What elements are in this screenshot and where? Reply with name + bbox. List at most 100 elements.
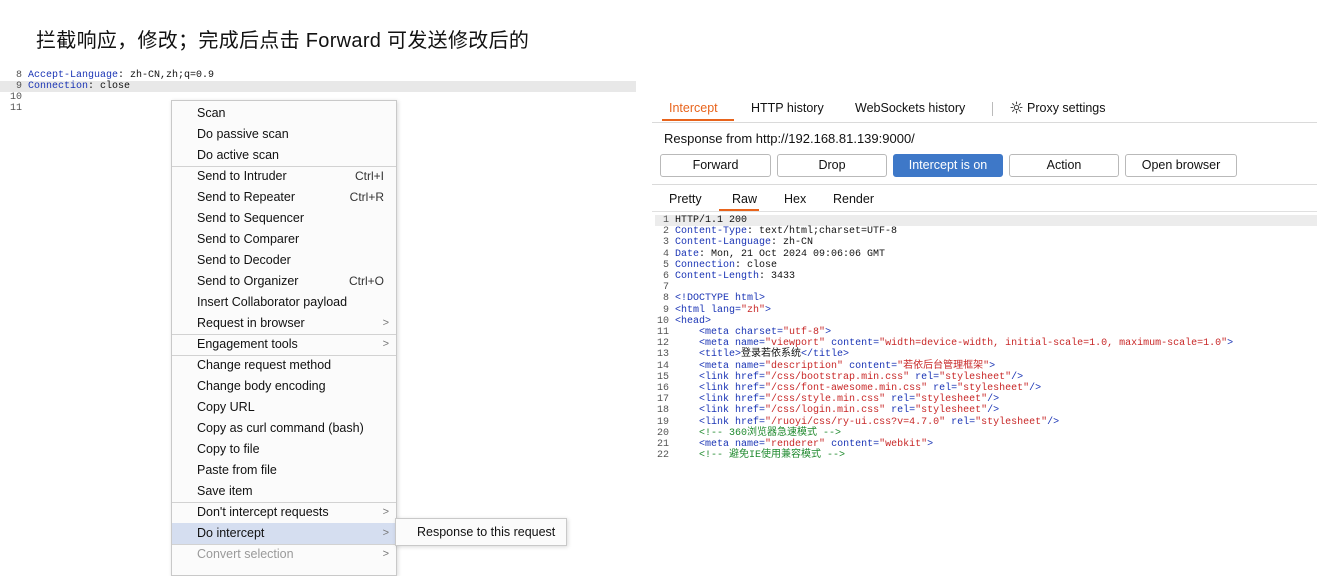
response-editor[interactable]: 1 HTTP/1.1 200 2 Content-Type: text/html;ch…	[655, 213, 1317, 574]
code-token: "/css/font-awesome.min.css"	[765, 383, 928, 394]
code-token: "/css/login.min.css"	[765, 405, 886, 417]
menu-item-change-request-method[interactable]: Change request method	[172, 355, 396, 376]
menu-item-do-active-scan[interactable]: Do active scan	[172, 145, 396, 166]
chevron-right-icon: >	[382, 338, 389, 350]
chevron-right-icon: >	[382, 317, 389, 329]
tab-render[interactable]: Render	[833, 192, 874, 206]
code-token: charset=	[735, 327, 784, 338]
response-line: 16 <link href="/css/font-awesome.min.css…	[655, 383, 1041, 394]
code-token: <meta	[699, 338, 736, 350]
menu-item-label: Copy URL	[197, 400, 255, 414]
menu-item-send-to-sequencer[interactable]: Send to Sequencer	[172, 208, 396, 229]
response-line: 14 <meta name="description" content="若依后…	[655, 361, 995, 372]
editor-line: 10	[0, 92, 28, 103]
line-number: 11	[656, 327, 669, 338]
menu-item-copy-to-file[interactable]: Copy to file	[172, 439, 396, 460]
response-line: 17 <link href="/css/style.min.css" rel="…	[655, 394, 999, 405]
tab-websockets-history[interactable]: WebSockets history	[855, 101, 965, 115]
menu-item-label: Paste from file	[197, 463, 277, 477]
menu-item-send-to-decoder[interactable]: Send to Decoder	[172, 250, 396, 271]
menu-item-copy-url[interactable]: Copy URL	[172, 397, 396, 418]
tab-http-history[interactable]: HTTP history	[751, 101, 824, 115]
response-line: 19 <link href="/ruoyi/css/ry-ui.css?v=4.…	[655, 417, 1059, 428]
editor-line: 9 Connection: close	[0, 81, 636, 92]
code-token: "zh"	[741, 304, 766, 316]
code-token: lang=	[711, 304, 742, 316]
code-text: HTTP/1.1 200	[675, 215, 748, 226]
header-value: : text/html;charset=UTF-8	[747, 226, 898, 238]
editor-line: 8 Accept-Language: zh-CN,zh;q=0.9	[0, 70, 214, 81]
code-token: <head>	[675, 315, 712, 327]
menu-item-send-to-comparer[interactable]: Send to Comparer	[172, 229, 396, 250]
drop-button[interactable]: Drop	[777, 154, 887, 177]
menu-item-insert-collaborator-payload[interactable]: Insert Collaborator payload	[172, 292, 396, 313]
menu-item-label: Do passive scan	[197, 127, 289, 141]
code-token: />	[987, 394, 1000, 406]
menu-item-label: Send to Organizer	[197, 274, 299, 288]
menu-item-dont-intercept-requests[interactable]: Don't intercept requests >	[172, 502, 396, 523]
line-number: 4	[662, 248, 669, 260]
tab-proxy-settings-label: Proxy settings	[1027, 101, 1106, 115]
tab-proxy-settings[interactable]: Proxy settings	[1010, 101, 1106, 115]
response-line: 12 <meta name="viewport" content="width=…	[655, 338, 1233, 349]
line-number: 1	[662, 215, 669, 226]
response-line: 6 Content-Length: 3433	[655, 271, 795, 282]
header-value: : Mon, 21 Oct 2024 09:06:06 GMT	[699, 248, 886, 260]
code-token: >	[825, 327, 832, 338]
menu-shortcut: Ctrl+I	[354, 169, 384, 183]
line-number: 18	[656, 405, 669, 417]
menu-item-send-to-organizer[interactable]: Send to Organizer Ctrl+O	[172, 271, 396, 292]
tab-separator	[992, 102, 993, 116]
code-token: <link	[699, 371, 736, 383]
code-token: <link	[699, 416, 736, 428]
menu-item-paste-from-file[interactable]: Paste from file	[172, 460, 396, 481]
tab-intercept[interactable]: Intercept	[669, 101, 718, 115]
menu-item-label: Send to Intruder	[197, 169, 287, 183]
menu-item-label: Send to Decoder	[197, 253, 291, 267]
code-token: "viewport"	[765, 338, 826, 350]
code-token: rel=	[885, 405, 916, 417]
tab-hex[interactable]: Hex	[784, 192, 806, 206]
menu-item-convert-selection: Convert selection >	[172, 544, 396, 565]
menu-item-scan[interactable]: Scan	[172, 103, 396, 124]
tab-raw[interactable]: Raw	[732, 192, 757, 206]
chevron-right-icon: >	[382, 548, 389, 560]
forward-button[interactable]: Forward	[660, 154, 771, 177]
chevron-right-icon: >	[382, 527, 389, 539]
tab-pretty[interactable]: Pretty	[669, 192, 702, 206]
menu-item-save-item[interactable]: Save item	[172, 481, 396, 502]
response-line: 3 Content-Language: zh-CN	[655, 237, 813, 248]
menu-item-change-body-encoding[interactable]: Change body encoding	[172, 376, 396, 397]
menu-item-do-passive-scan[interactable]: Do passive scan	[172, 124, 396, 145]
action-button[interactable]: Action	[1009, 154, 1119, 177]
menu-item-do-intercept[interactable]: Do intercept >	[172, 523, 396, 544]
menu-item-request-in-browser[interactable]: Request in browser >	[172, 313, 396, 334]
menu-item-label: Scan	[197, 106, 226, 120]
open-browser-button[interactable]: Open browser	[1125, 154, 1237, 177]
menu-item-send-to-repeater[interactable]: Send to Repeater Ctrl+R	[172, 187, 396, 208]
line-number: 6	[662, 271, 669, 282]
response-line: 7	[655, 282, 675, 293]
response-line: 20 <!-- 360浏览器急速模式 -->	[655, 428, 841, 439]
menu-item-copy-as-curl[interactable]: Copy as curl command (bash)	[172, 418, 396, 439]
menu-item-send-to-intruder[interactable]: Send to Intruder Ctrl+I	[172, 166, 396, 187]
proxy-tabs: Intercept HTTP history WebSockets histor…	[652, 98, 1317, 122]
do-intercept-submenu: Response to this request	[395, 518, 567, 546]
code-token: <!DOCTYPE html>	[675, 293, 766, 305]
active-tab-indicator	[662, 119, 734, 121]
menu-item-engagement-tools[interactable]: Engagement tools >	[172, 334, 396, 355]
code-token: name=	[735, 360, 766, 372]
menu-item-response-to-this-request[interactable]: Response to this request	[396, 519, 566, 545]
intercept-toggle-button[interactable]: Intercept is on	[893, 154, 1003, 177]
line-number: 20	[656, 427, 669, 439]
code-token: <meta	[699, 360, 736, 372]
line-number: 9	[15, 81, 22, 92]
code-token: href=	[735, 405, 766, 417]
code-token: "stylesheet"	[939, 371, 1012, 383]
code-token: rel=	[885, 394, 916, 406]
menu-item-label: Send to Comparer	[197, 232, 300, 246]
